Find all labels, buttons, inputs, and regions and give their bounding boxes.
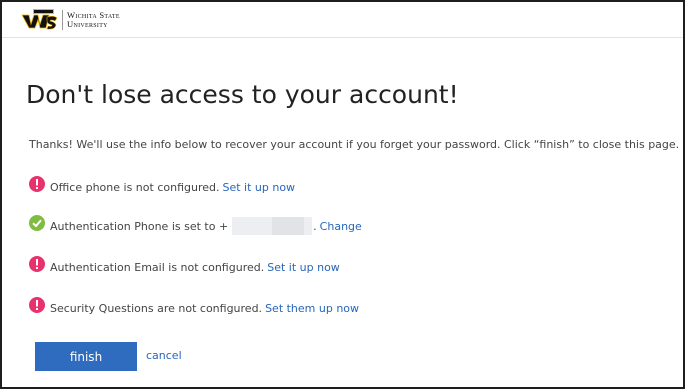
page-title: Don't lose access to your account! <box>26 80 459 109</box>
redacted-phone-number <box>304 217 313 235</box>
logo-divider <box>62 10 63 30</box>
method-row-security-questions: Security Questions are not configured. S… <box>29 297 359 318</box>
set-up-authentication-email-link[interactable]: Set it up now <box>267 261 340 274</box>
method-row-authentication-phone: Authentication Phone is set to + . Chang… <box>29 215 362 236</box>
method-status-text: Office phone is not configured. <box>50 180 220 194</box>
wsu-shocker-logo-icon <box>21 9 58 30</box>
warning-icon <box>29 297 45 313</box>
method-status-text: Authentication Email is not configured. <box>50 260 265 274</box>
warning-icon <box>29 256 45 272</box>
warning-icon <box>29 176 45 192</box>
finish-button[interactable]: finish <box>35 342 137 371</box>
redacted-phone-number <box>232 217 273 235</box>
change-authentication-phone-link[interactable]: Change <box>320 220 362 233</box>
method-status-text: Authentication Phone is set to + <box>50 219 229 233</box>
method-row-office-phone: Office phone is not configured. Set it u… <box>29 176 295 197</box>
phone-suffix: . <box>313 219 317 233</box>
recovery-page: Wichita State University Don't lose acce… <box>0 0 685 389</box>
checkmark-icon <box>29 215 45 231</box>
university-name-line2: University <box>67 19 108 29</box>
header-bar: Wichita State University <box>2 2 683 38</box>
method-row-authentication-email: Authentication Email is not configured. … <box>29 256 340 277</box>
redacted-phone-number <box>272 217 305 235</box>
method-status-text: Security Questions are not configured. <box>50 301 263 315</box>
set-up-security-questions-link[interactable]: Set them up now <box>265 302 359 315</box>
intro-text: Thanks! We'll use the info below to reco… <box>29 138 680 151</box>
cancel-link[interactable]: cancel <box>146 349 182 362</box>
set-up-office-phone-link[interactable]: Set it up now <box>222 181 295 194</box>
university-logo: Wichita State University <box>21 9 120 31</box>
university-name: Wichita State University <box>67 11 120 29</box>
